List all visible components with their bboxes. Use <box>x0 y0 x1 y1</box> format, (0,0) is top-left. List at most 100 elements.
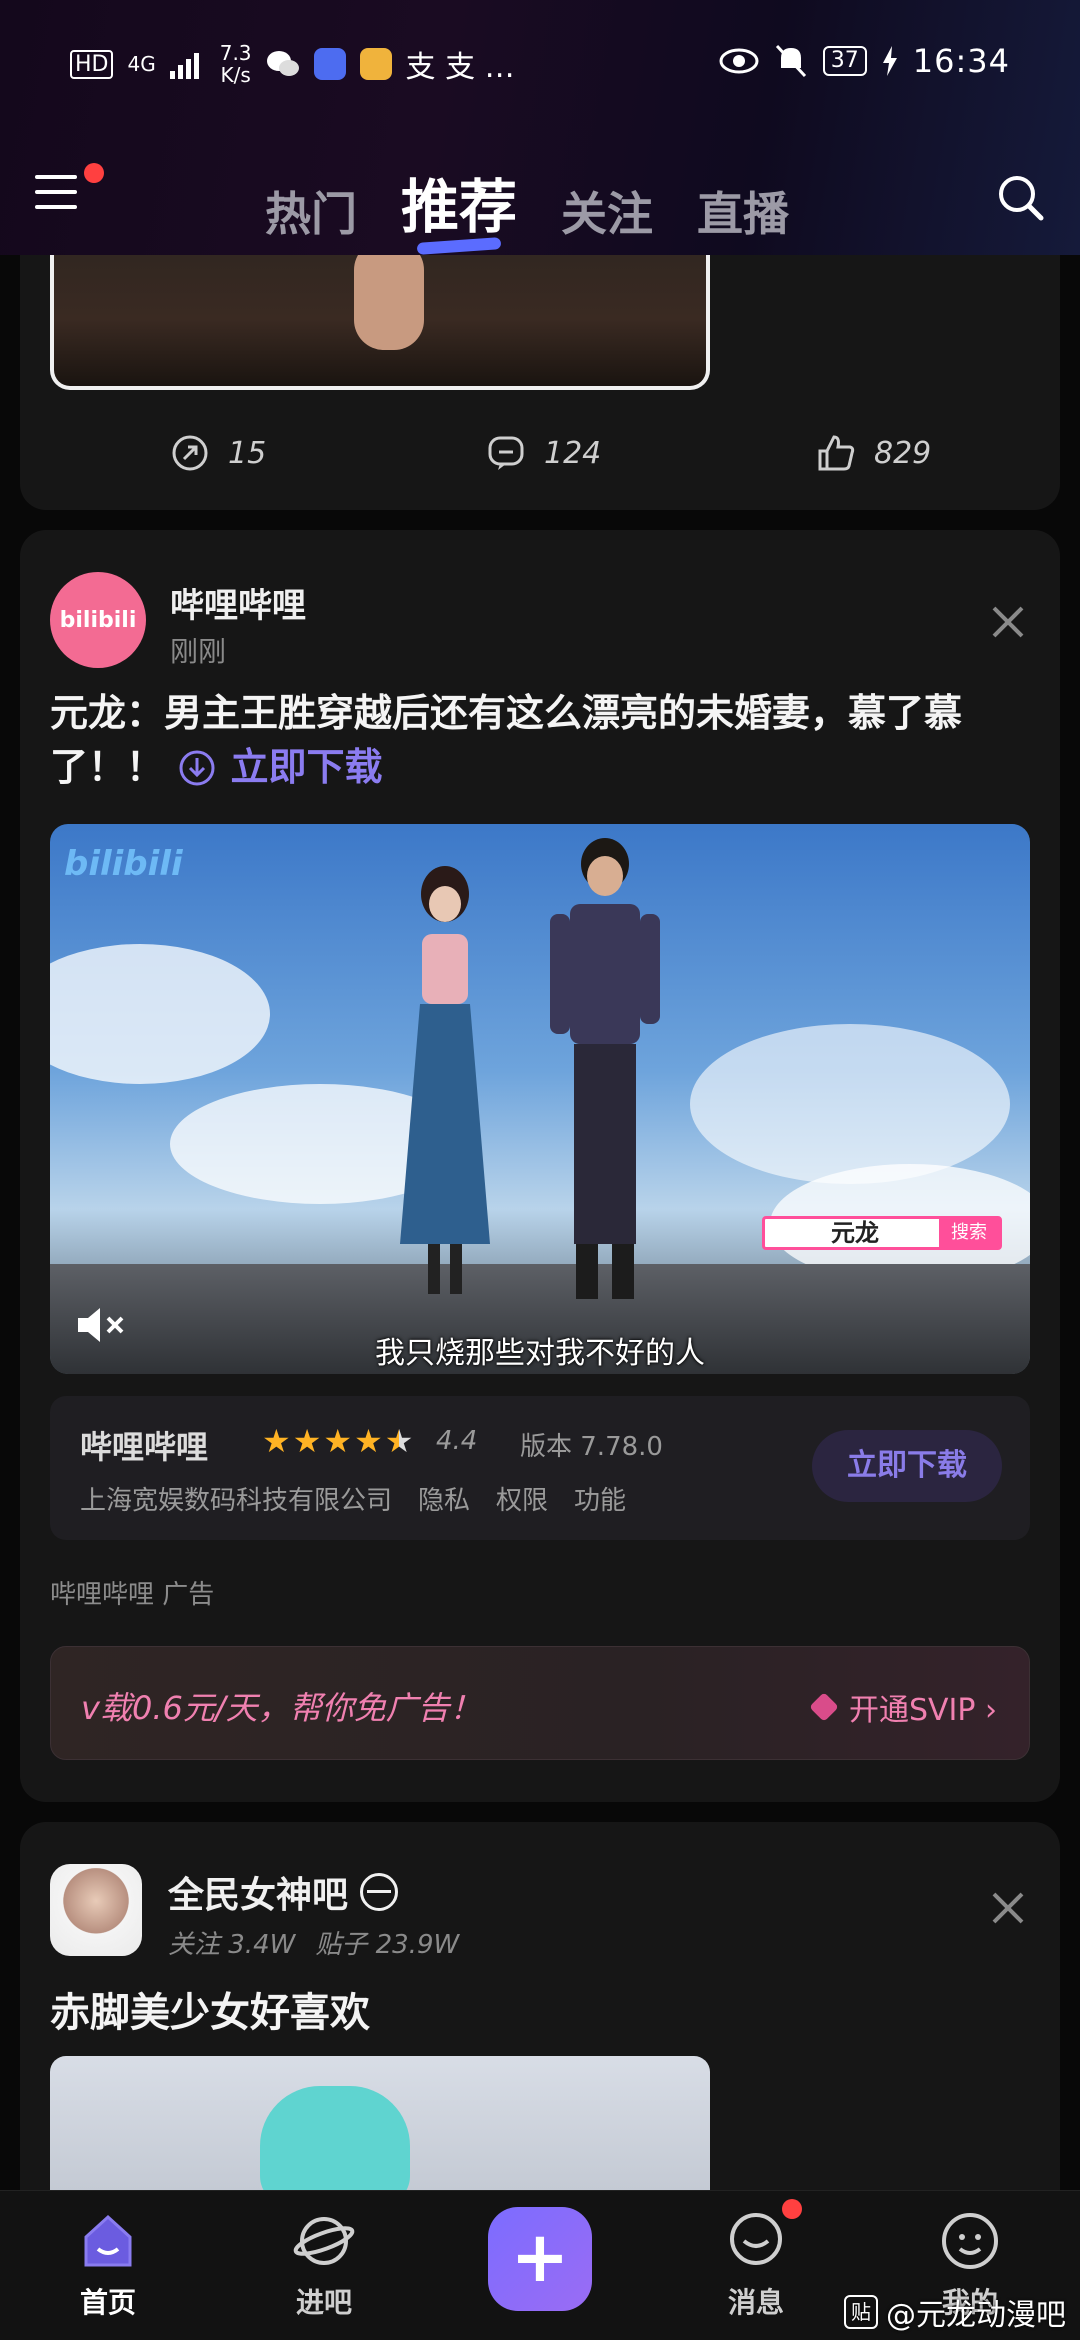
forum-badge-icon <box>360 1873 399 1911</box>
menu-icon[interactable] <box>35 175 77 211</box>
svip-banner[interactable]: v载0.6元/天，帮你免广告！ 开通SVIP › <box>50 1646 1030 1760</box>
message-icon <box>730 2213 782 2265</box>
avatar-logo-text: bilibili <box>59 607 137 633</box>
app-rating: 4.4 <box>436 1426 478 1456</box>
app-permissions-link[interactable]: 权限 <box>496 1480 548 1517</box>
comment-icon <box>488 436 524 470</box>
ad-post-card[interactable]: bilibili 哔哩哔哩 刚刚 元龙：男主王胜穿越后还有这么漂亮的未婚妻，慕了… <box>20 530 1060 1802</box>
menu-notification-dot <box>84 163 104 183</box>
video-search-chip[interactable]: 元龙 搜索 <box>762 1216 1002 1250</box>
app-developer: 上海宽娱数码科技有限公司 <box>80 1486 393 1516</box>
tab-live[interactable]: 直播 <box>697 178 789 244</box>
search-chip-button[interactable]: 搜索 <box>939 1219 999 1247</box>
forum-name-label: 全民女神吧 <box>168 1875 349 1916</box>
network-speed: 7.3 K/s <box>220 42 252 86</box>
network-indicator: 4G <box>127 52 156 76</box>
nav-messages-label: 消息 <box>727 2286 784 2319</box>
forum-follow-count: 关注 3.4W <box>168 1930 296 1960</box>
thumbs-up-icon <box>818 435 855 471</box>
tieba-app-icon <box>313 48 346 80</box>
wechat-icon <box>266 51 299 76</box>
download-icon <box>179 750 215 786</box>
share-action[interactable]: 15 <box>170 433 266 473</box>
nav-home[interactable]: 首页 <box>48 2209 168 2321</box>
app-version: 版本 7.78.0 <box>520 1432 663 1462</box>
star-icon: ★ <box>384 1422 414 1460</box>
star-icon: ★ <box>354 1422 383 1460</box>
svip-gem-icon <box>809 1692 839 1722</box>
network-speed-unit: K/s <box>220 63 251 87</box>
nav-messages[interactable]: 消息 <box>696 2209 816 2321</box>
forum-avatar[interactable] <box>50 1864 142 1956</box>
home-icon <box>84 2214 132 2267</box>
network-speed-value: 7.3 <box>219 41 252 65</box>
avatar[interactable]: bilibili <box>50 572 146 668</box>
nav-forums[interactable]: 进吧 <box>264 2209 384 2321</box>
svip-cta[interactable]: 开通SVIP › <box>809 1685 997 1729</box>
close-icon[interactable] <box>986 600 1030 644</box>
svip-promo-text: v载0.6元/天，帮你免广告！ <box>81 1689 482 1727</box>
comment-action[interactable]: 124 <box>486 433 601 473</box>
like-count: 829 <box>874 435 932 471</box>
status-time: 16:34 <box>912 42 1010 80</box>
search-icon[interactable] <box>995 172 1045 222</box>
ad-label[interactable]: 哔哩哔哩 广告 <box>50 1574 214 1611</box>
svip-cta-label: 开通SVIP › <box>848 1693 997 1728</box>
watermark-badge: 贴 <box>844 2295 878 2329</box>
video-subtitle: 我只烧那些对我不好的人 <box>375 1336 705 1371</box>
post-actions: 15 124 829 <box>20 425 1060 485</box>
app-privacy-link[interactable]: 隐私 <box>418 1480 470 1517</box>
tab-recommend[interactable]: 推荐 <box>401 160 517 244</box>
post-time: 刚刚 <box>170 635 227 668</box>
search-chip-text: 元龙 <box>831 1219 879 1247</box>
app-name: 哔哩哔哩 <box>80 1428 209 1466</box>
close-icon[interactable] <box>986 1886 1030 1930</box>
source-watermark: 贴 @元龙动漫吧 <box>844 2290 1066 2334</box>
star-icon: ★ <box>323 1422 353 1460</box>
status-app-glyphs: 支 支 … <box>405 50 515 85</box>
forum-name[interactable]: 全民女神吧 <box>168 1866 399 1918</box>
messages-notification-dot <box>782 2199 802 2219</box>
watermark-text: @元龙动漫吧 <box>886 2298 1066 2333</box>
video-watermark: bilibili <box>64 844 183 884</box>
app-meta: 上海宽娱数码科技有限公司 隐私 权限 功能 <box>80 1480 626 1517</box>
hd-indicator: HD <box>70 49 114 79</box>
nav-forums-label: 进吧 <box>295 2286 352 2319</box>
like-action[interactable]: 829 <box>816 433 931 473</box>
profile-face-icon <box>942 2213 998 2269</box>
share-icon <box>172 435 208 471</box>
female-character <box>400 866 490 1294</box>
video-player[interactable]: bilibili 元龙 搜索 我只烧那些对我不好的人 <box>50 824 1030 1374</box>
create-post-button[interactable]: + <box>488 2207 592 2311</box>
mute-bell-icon <box>775 44 806 78</box>
app-info-box[interactable]: 哔哩哔哩 ★ ★ ★ ★ ★ 4.4 版本 7.78.0 上海宽娱数码科技有限公司 隐私… <box>50 1396 1030 1540</box>
star-icon: ★ <box>262 1422 291 1460</box>
tab-follow[interactable]: 关注 <box>561 178 653 244</box>
app-features-link[interactable]: 功能 <box>574 1480 626 1517</box>
battery-level: 37 <box>822 46 867 76</box>
download-link-label: 立即下载 <box>230 745 383 789</box>
previous-post-card[interactable]: 15 124 829 <box>20 220 1060 510</box>
tab-hot[interactable]: 热门 <box>265 178 357 244</box>
author-name[interactable]: 哔哩哔哩 <box>170 578 306 627</box>
nav-home-label: 首页 <box>79 2286 136 2319</box>
comment-count: 124 <box>544 435 602 471</box>
forum-post-count: 贴子 23.9W <box>315 1930 460 1960</box>
signal-icon <box>169 53 199 79</box>
forum-stats: 关注 3.4W 贴子 23.9W <box>168 1924 459 1961</box>
post-title[interactable]: 元龙：男主王胜穿越后还有这么漂亮的未婚妻，慕了慕了！！ 立即下载 <box>50 686 1040 794</box>
planet-icon <box>293 2217 355 2265</box>
rating-stars: ★ ★ ★ ★ ★ <box>262 1424 413 1458</box>
post-title[interactable]: 赤脚美少女好喜欢 <box>50 1980 370 2038</box>
share-count: 15 <box>228 435 267 471</box>
eye-icon <box>719 48 759 74</box>
status-bar: HD 4G 7.3 K/s 支 支 … 37 16:34 <box>0 30 1080 90</box>
notes-app-icon <box>359 48 392 80</box>
download-link[interactable]: 立即下载 <box>177 745 383 789</box>
charging-icon <box>882 46 897 76</box>
star-icon: ★ <box>292 1422 322 1460</box>
feed-tabs: 热门 推荐 关注 直播 <box>265 160 789 244</box>
male-character <box>550 838 660 1299</box>
download-button[interactable]: 立即下载 <box>812 1430 1002 1502</box>
top-bar: HD 4G 7.3 K/s 支 支 … 37 16:34 热门 推荐 关注 直播 <box>0 0 1080 255</box>
